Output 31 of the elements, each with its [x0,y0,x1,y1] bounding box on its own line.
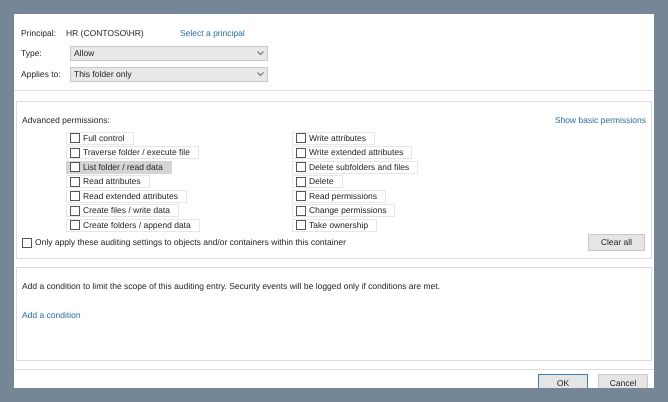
permission-checkbox[interactable]: Write extended attributes [292,146,412,159]
permission-checkbox[interactable]: Write attributes [292,132,376,144]
dialog-button[interactable]: Cancel [598,374,648,388]
permission-checkbox[interactable]: Read permissions [292,190,386,202]
permission-checkbox[interactable]: Change permissions [292,204,396,217]
permission-checkbox[interactable]: Read extended attributes [66,190,187,202]
principal-name: HR (CONTOSO\HR) [66,26,145,40]
chevron-down-icon [257,72,264,77]
applies-to-dropdown[interactable]: This folder only [70,67,268,82]
chevron-down-icon [257,51,264,56]
add-condition-link[interactable]: Add a condition [22,308,81,322]
permission-checkbox[interactable]: Delete [292,175,343,188]
permission-checkbox[interactable]: Delete subfolders and files [292,160,418,174]
permission-checkbox[interactable]: Read attributes [66,175,150,188]
permission-checkbox[interactable]: Create files / write data [66,204,179,217]
section-title: Advanced permissions: [22,114,110,127]
permission-checkbox[interactable]: Traverse folder / execute file [66,146,199,159]
field-label: Principal: [21,26,57,40]
clear-all-button[interactable]: Clear all [588,234,645,252]
permission-checkbox[interactable]: Full control [66,132,134,144]
select-principal-link[interactable]: Select a principal [180,26,245,40]
field-label: Type: [21,47,43,60]
permission-checkbox[interactable]: List folder / read data [66,160,172,174]
condition-description: Add a condition to limit the scope of this auditing entry. Security events will be logged only if conditions are met. [22,280,440,293]
field-label: Applies to: [21,68,62,81]
dialog-button[interactable]: OK [538,374,588,388]
show-basic-permissions-link[interactable]: Show basic permissions [554,114,646,127]
permission-checkbox[interactable]: Create folders / append data [66,218,200,232]
type-dropdown[interactable]: Allow [70,46,268,61]
permission-checkbox[interactable]: Take ownership [292,218,378,232]
only-apply-checkbox[interactable]: Only apply these auditing settings to objects and/or containers within this container [22,236,346,250]
